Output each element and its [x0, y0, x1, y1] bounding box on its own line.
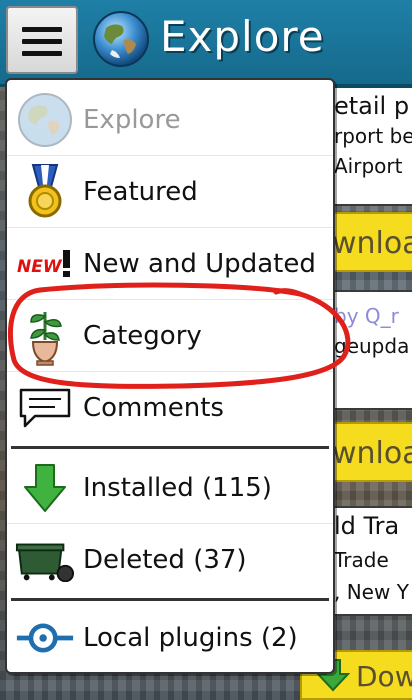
- menu-item-label: Local plugins (2): [83, 623, 298, 653]
- menu-item-deleted[interactable]: Deleted (37): [7, 524, 333, 596]
- page-title: Explore: [160, 12, 325, 61]
- title-bar: Explore: [0, 0, 412, 87]
- menu-item-comments[interactable]: Comments: [7, 372, 333, 444]
- menu-item-category[interactable]: Category: [7, 300, 333, 372]
- download-button[interactable]: wnloa: [324, 212, 412, 272]
- plugin-desc: Trade: [334, 548, 389, 572]
- plugin-author[interactable]: by Q_r: [334, 304, 399, 328]
- menu-item-label: Category: [83, 320, 202, 351]
- menu-line: [22, 51, 62, 56]
- plugin-title: ld Tra: [334, 512, 400, 540]
- menu-item-featured[interactable]: Featured: [7, 156, 333, 228]
- plugin-desc: geupda: [334, 334, 410, 358]
- menu-line: [22, 39, 62, 44]
- plugin-title: etail p: [334, 92, 410, 120]
- hamburger-menu-button[interactable]: [6, 6, 78, 74]
- download-label: Downloa: [356, 660, 412, 693]
- download-label: wnloa: [332, 226, 412, 261]
- globe-icon: [15, 90, 75, 150]
- menu-item-label: Comments: [83, 393, 224, 423]
- menu-item-explore[interactable]: Explore: [7, 84, 333, 156]
- menu-divider: [11, 598, 329, 601]
- download-label: wnloa: [332, 436, 412, 471]
- menu-item-new-and-updated[interactable]: NEW New and Updated: [7, 228, 333, 300]
- screen: etail p rport be Airport wnloa by Q_r ge…: [0, 0, 412, 700]
- plugin-desc: rport be: [334, 124, 412, 148]
- menu-item-local-plugins[interactable]: Local plugins (2): [7, 602, 333, 672]
- dumpster-icon: [15, 530, 75, 590]
- menu-item-label: New and Updated: [83, 248, 316, 279]
- navigation-drawer: Explore Featured NEW New and Updated Cat…: [5, 78, 335, 674]
- download-arrow-icon: [15, 458, 75, 518]
- menu-line: [22, 27, 62, 32]
- new-badge-icon: NEW: [15, 234, 75, 294]
- menu-item-label: Featured: [83, 176, 198, 207]
- menu-item-installed[interactable]: Installed (115): [7, 452, 333, 524]
- medal-icon: [15, 162, 75, 222]
- download-button[interactable]: wnloa: [324, 422, 412, 482]
- svg-text:NEW: NEW: [17, 257, 63, 277]
- menu-item-label: Installed (115): [83, 472, 272, 503]
- menu-item-label: Explore: [83, 104, 181, 135]
- plugin-desc: Airport: [334, 154, 403, 178]
- speech-bubble-icon: [15, 378, 75, 438]
- globe-icon: [92, 10, 150, 68]
- menu-item-label: Deleted (37): [83, 545, 247, 575]
- plug-icon: [15, 608, 75, 668]
- plugin-desc: , New Y: [334, 580, 409, 604]
- menu-divider: [11, 446, 329, 449]
- potted-plant-icon: [15, 306, 75, 366]
